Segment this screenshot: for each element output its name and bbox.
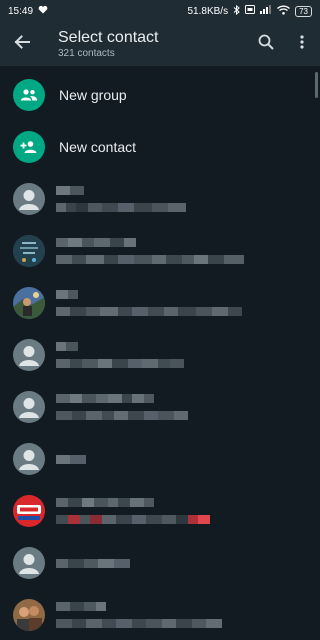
contact-count: 321 contacts (58, 47, 115, 59)
contact-row[interactable] (0, 329, 320, 381)
contact-name-pixelated (56, 342, 184, 351)
default-avatar-icon (13, 443, 45, 475)
bluetooth-icon (233, 4, 240, 18)
app-bar: Select contact 321 contacts (0, 22, 320, 66)
contact-status-pixelated (56, 515, 210, 524)
contact-name-pixelated (56, 558, 130, 568)
page-title: Select contact (58, 28, 159, 46)
new-group-row[interactable]: New group (0, 69, 320, 121)
network-speed: 51.8KB/s (187, 5, 229, 17)
more-vert-icon (300, 34, 304, 54)
new-group-label: New group (59, 87, 127, 103)
wifi-icon (277, 5, 291, 18)
heart-icon (38, 5, 48, 17)
contact-row[interactable] (0, 433, 320, 485)
volte-icon (245, 5, 256, 17)
back-button[interactable] (0, 22, 44, 66)
search-icon (258, 34, 274, 55)
new-contact-row[interactable]: New contact (0, 121, 320, 173)
contact-photo (13, 599, 45, 631)
contact-name-pixelated (56, 602, 222, 611)
contact-status-pixelated (56, 411, 188, 420)
clock: 15:49 (8, 5, 34, 17)
contact-row[interactable] (0, 277, 320, 329)
default-avatar-icon (13, 339, 45, 371)
contact-row[interactable] (0, 225, 320, 277)
contact-list: New group New contact (0, 69, 320, 640)
default-avatar-icon (13, 391, 45, 423)
arrow-back-icon (14, 34, 30, 55)
status-bar: 15:49 51.8KB/s 73 (0, 0, 320, 22)
group-icon (13, 79, 45, 111)
contact-name-pixelated (56, 238, 244, 247)
search-button[interactable] (248, 22, 284, 66)
contact-row[interactable] (0, 589, 320, 640)
contact-name-pixelated (56, 186, 186, 195)
contact-status-pixelated (56, 307, 242, 316)
contact-name-pixelated (56, 498, 210, 507)
contact-status-pixelated (56, 619, 222, 628)
contact-row[interactable] (0, 485, 320, 537)
more-options-button[interactable] (284, 22, 320, 66)
contact-photo (13, 495, 45, 527)
default-avatar-icon (13, 183, 45, 215)
contact-row[interactable] (0, 537, 320, 589)
contact-name-pixelated (56, 454, 86, 464)
contact-row[interactable] (0, 381, 320, 433)
contact-photo (13, 235, 45, 267)
default-avatar-icon (13, 547, 45, 579)
contact-photo (13, 287, 45, 319)
contact-status-pixelated (56, 203, 186, 212)
contact-name-pixelated (56, 290, 242, 299)
new-contact-label: New contact (59, 139, 137, 155)
contact-status-pixelated (56, 255, 244, 264)
contact-status-pixelated (56, 359, 184, 368)
signal-icon (260, 5, 272, 17)
contact-name-pixelated (56, 394, 188, 403)
battery-icon: 73 (295, 5, 312, 17)
contact-row[interactable] (0, 173, 320, 225)
add-person-icon (13, 131, 45, 163)
